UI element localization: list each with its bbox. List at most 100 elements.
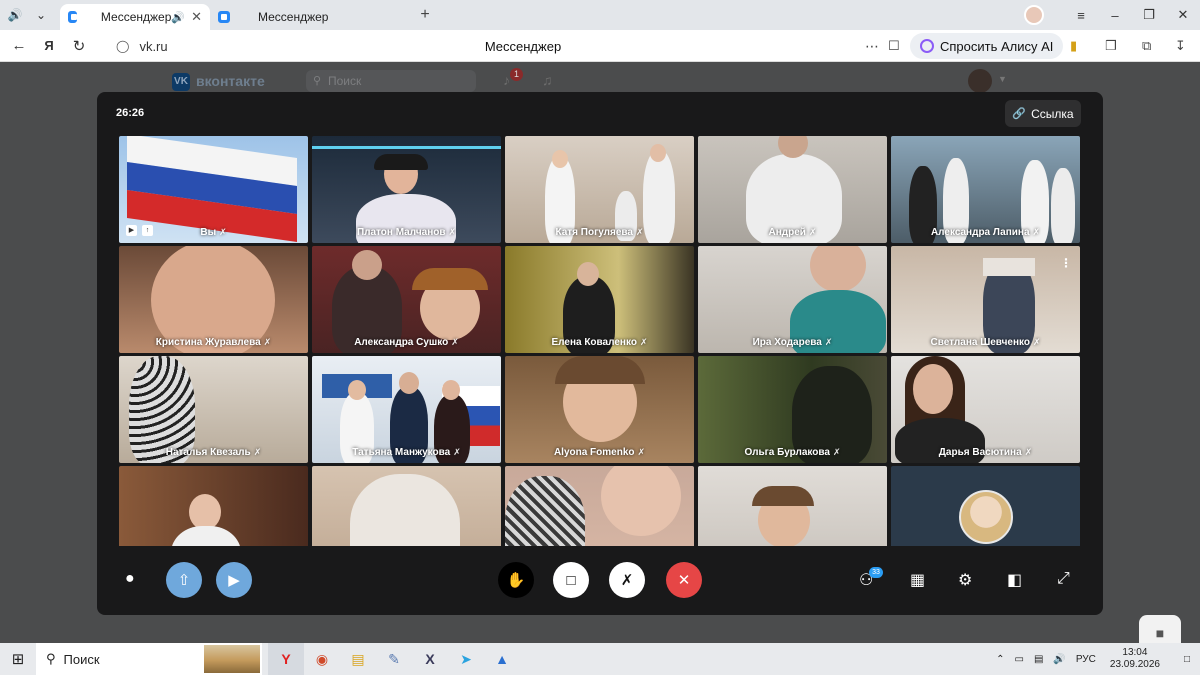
broadcast-button[interactable]: ▶ <box>216 562 252 598</box>
paint-icon[interactable]: ✎ <box>376 643 412 675</box>
call-link-label: Ссылка <box>1031 106 1074 121</box>
vk-search-input[interactable]: ⚲ Поиск <box>306 70 476 92</box>
taskbar-search-label: Поиск <box>63 651 100 667</box>
battery-icon[interactable]: ▭ <box>1015 654 1024 665</box>
browser-menu-icon[interactable]: ≡ <box>1064 8 1098 23</box>
participants-grid: ▶ ↑ Вы ✗ Платон Малчанов ✗ Катя Погуляева ✗… <box>119 136 1082 546</box>
more-dots-icon[interactable]: ⋯ <box>865 38 879 55</box>
mic-muted-icon: ✗ <box>1032 337 1041 347</box>
participant-tile[interactable]: Катя Погуляева ✗ <box>505 136 694 243</box>
ask-alice-button[interactable]: Спросить Алису AI <box>910 33 1064 59</box>
back-arrow-icon[interactable]: ← <box>4 37 34 54</box>
profile-avatar[interactable] <box>1024 5 1044 25</box>
avatar[interactable] <box>968 69 992 93</box>
yandex-browser-icon[interactable]: Y <box>268 643 304 675</box>
participant-name: Александра Лапина ✗ <box>930 227 1041 238</box>
extensions-icon[interactable]: ⧉ <box>1142 38 1151 54</box>
more-vertical-icon[interactable]: ⋮ <box>1060 256 1072 270</box>
tab-close-icon[interactable]: ✕ <box>191 9 202 25</box>
battery-extension-icon[interactable]: ▮ <box>1070 38 1077 54</box>
participant-name: Андрей ✗ <box>768 227 817 238</box>
camera-off-button[interactable]: □ <box>553 562 589 598</box>
downloads-icon[interactable]: ↧ <box>1175 38 1186 54</box>
yandex-logo-icon[interactable]: Я <box>34 38 64 53</box>
close-window-icon[interactable]: ✕ <box>1166 7 1200 23</box>
collections-icon[interactable]: ❒ <box>1105 38 1117 54</box>
participant-tile[interactable]: Александра Лапина ✗ <box>891 136 1080 243</box>
participant-tile[interactable]: ⋮ Светлана Шевченко ✗ <box>891 246 1080 353</box>
search-icon: ⚲ <box>46 651 56 666</box>
participant-tile[interactable]: Елена Коваленко ✗ <box>505 246 694 353</box>
window-controls: ≡ – ❐ ✕ <box>1024 0 1200 30</box>
participant-tile[interactable]: Кристина Журавлева ✗ <box>119 246 308 353</box>
address-bar: ← Я ↻ ◯ vk.ru Мессенджер ⋯ ☐ Спросить Ал… <box>0 30 1200 62</box>
messenger-favicon-icon <box>68 11 77 23</box>
participant-tile[interactable]: Татьяна Манжукова ✗ <box>312 356 501 463</box>
call-link-button[interactable]: 🔗 Ссылка <box>1005 100 1081 127</box>
tab-label: Мессенджер <box>258 10 329 24</box>
share-screen-button[interactable]: ⇧ <box>166 562 202 598</box>
tab-audio-icon[interactable]: 🔊 <box>171 11 185 24</box>
notification-badge: 1 <box>510 68 523 81</box>
participant-tile[interactable]: Александра Сушко ✗ <box>312 246 501 353</box>
fullscreen-icon[interactable]: ⤢ <box>1057 570 1070 588</box>
telegram-icon[interactable]: ➤ <box>448 643 484 675</box>
taskbar-clock[interactable]: 13:04 23.09.2026 <box>1110 647 1160 671</box>
chevron-down-icon[interactable]: ▼ <box>998 74 1007 84</box>
settings-gear-icon[interactable]: ⚙ <box>958 570 972 590</box>
mic-off-button[interactable]: ✗ <box>609 562 645 598</box>
participant-tile[interactable]: Ира Ходарева ✗ <box>698 246 887 353</box>
notifications-icon[interactable]: □ <box>1184 654 1190 665</box>
restore-icon[interactable]: ❐ <box>1132 7 1166 23</box>
browser-tab-active[interactable]: Мессенджер 🔊 ✕ <box>60 4 210 30</box>
taskbar-search[interactable]: ⚲ Поиск <box>36 643 262 675</box>
file-explorer-icon[interactable]: ▤ <box>340 643 376 675</box>
raise-hand-button[interactable]: ✋ <box>498 562 534 598</box>
vk-search-placeholder: Поиск <box>328 74 362 88</box>
vk-brand[interactable]: вконтакте <box>196 73 265 89</box>
maps-app-icon[interactable]: ▲ <box>484 643 520 675</box>
speaker-icon[interactable]: 🔊 <box>4 4 26 26</box>
windows-start-icon[interactable]: ⊞ <box>0 650 36 668</box>
ask-alice-label: Спросить Алису AI <box>940 38 1054 54</box>
participant-tile[interactable]: Наталья Квезаль ✗ <box>119 356 308 463</box>
url-field[interactable]: ◯ vk.ru Мессенджер ⋯ ☐ <box>108 33 908 59</box>
search-highlight-image <box>204 645 260 673</box>
bell-icon[interactable]: ♪ <box>503 72 510 88</box>
music-icon[interactable]: ♫ <box>542 72 553 88</box>
tabs-menu-chevron-icon[interactable]: ⌄ <box>30 4 52 26</box>
minimize-window-icon[interactable]: ◧ <box>1007 570 1022 590</box>
language-indicator[interactable]: РУС <box>1076 654 1096 665</box>
app-x-icon[interactable]: X <box>412 643 448 675</box>
network-icon[interactable]: ▤ <box>1034 654 1043 665</box>
participant-tile[interactable] <box>698 466 887 546</box>
participant-tile[interactable] <box>505 466 694 546</box>
participant-tile-self[interactable]: ▶ ↑ Вы ✗ <box>119 136 308 243</box>
mic-muted-icon: ✗ <box>1024 447 1033 457</box>
new-tab-plus-icon[interactable]: + <box>414 4 436 26</box>
minimize-icon[interactable]: – <box>1098 8 1132 23</box>
volume-icon[interactable]: 🔊 <box>1053 654 1065 665</box>
participant-tile-no-video[interactable] <box>891 466 1080 546</box>
participant-tile[interactable]: Платон Малчанов ✗ <box>312 136 501 243</box>
participant-tile[interactable]: Андрей ✗ <box>698 136 887 243</box>
browser-tabbar: 🔊 ⌄ Мессенджер 🔊 ✕ Мессенджер + ≡ – ❐ ✕ <box>0 0 1200 30</box>
reload-icon[interactable]: ↻ <box>64 37 94 55</box>
chat-icon[interactable]: ● <box>125 570 135 588</box>
participant-tile[interactable]: Ольга Бурлакова ✗ <box>698 356 887 463</box>
layout-grid-icon[interactable]: ▦ <box>910 570 925 590</box>
chrome-icon[interactable]: ◉ <box>304 643 340 675</box>
participant-tile[interactable] <box>312 466 501 546</box>
participant-tile[interactable]: Alyona Fomenko ✗ <box>505 356 694 463</box>
participant-name: Кристина Журавлева ✗ <box>155 337 272 348</box>
vk-logo-icon[interactable]: VK <box>172 73 190 91</box>
browser-tab[interactable]: Мессенджер <box>210 4 360 30</box>
bookmark-icon[interactable]: ☐ <box>888 38 900 54</box>
participant-tile[interactable] <box>119 466 308 546</box>
tray-chevron-up-icon[interactable]: ⌃ <box>996 654 1004 665</box>
clock-date: 23.09.2026 <box>1109 659 1160 670</box>
system-tray: ⌃ ▭ ▤ 🔊 РУС 13:04 23.09.2026 □ <box>986 643 1200 675</box>
participant-tile[interactable]: Дарья Васютина ✗ <box>891 356 1080 463</box>
end-call-button[interactable]: ✕ <box>666 562 702 598</box>
mic-muted-icon: ✗ <box>453 447 461 457</box>
